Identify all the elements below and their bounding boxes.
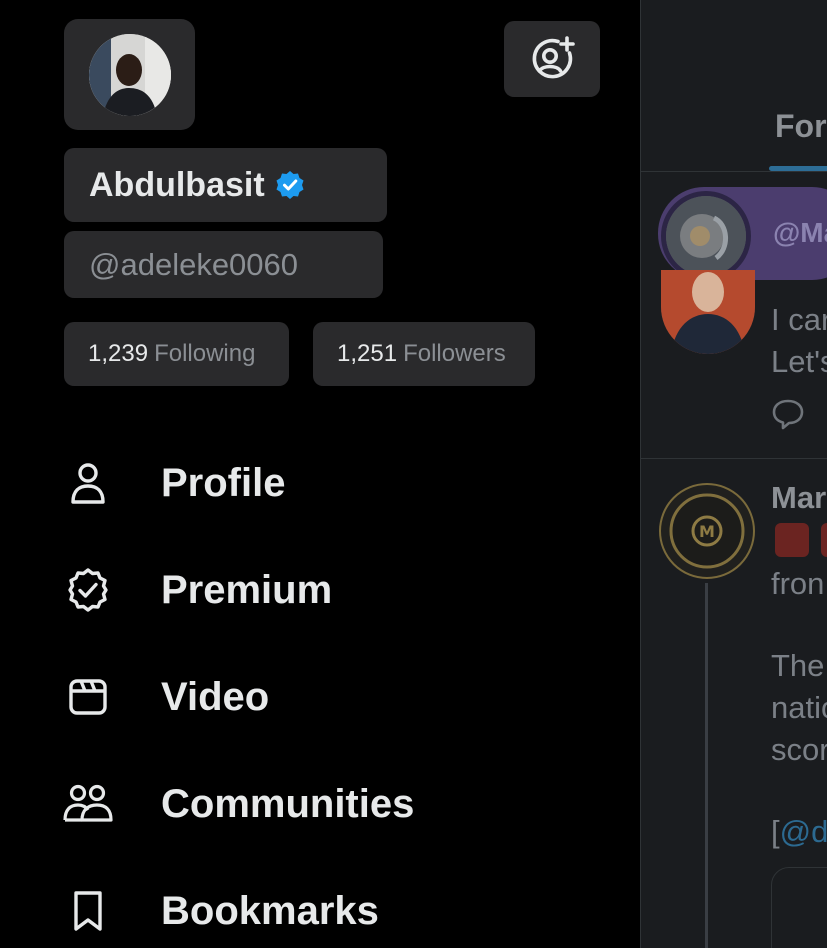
tab-for-you[interactable]: For <box>775 108 827 145</box>
menu-label: Video <box>161 674 270 719</box>
display-name-pill[interactable]: Abdulbasit <box>64 148 387 222</box>
person-icon <box>60 455 116 511</box>
post-text-line: I car <box>771 302 827 337</box>
menu-item-premium[interactable]: Premium <box>60 560 580 620</box>
menu-item-bookmarks[interactable]: Bookmarks <box>60 881 580 941</box>
post-text-line: Let's <box>771 344 827 379</box>
video-icon <box>60 669 116 725</box>
background-timeline[interactable]: For @Ma I car Let's M Mar <box>640 0 827 948</box>
siren-emoji-icon <box>821 523 827 557</box>
verified-badge-icon <box>275 170 305 200</box>
post-text-line: [@d <box>771 814 827 850</box>
menu-label: Premium <box>161 567 333 612</box>
svg-text:M: M <box>699 522 715 541</box>
siren-emoji-icon <box>775 523 809 557</box>
bookmark-icon <box>60 883 116 939</box>
media-card[interactable] <box>771 867 827 948</box>
add-account-button[interactable] <box>504 21 600 97</box>
post-author[interactable]: Mar <box>771 480 826 516</box>
communities-icon <box>60 776 116 832</box>
followers-stat-button[interactable]: 1,251 Followers <box>313 322 535 386</box>
promo-handle: @Ma <box>773 217 827 248</box>
followers-label: Followers <box>403 340 506 367</box>
post-text-line: fron <box>771 566 825 601</box>
promo-avatar <box>661 191 751 281</box>
post-text-line: scor <box>771 732 827 767</box>
following-stat-button[interactable]: 1,239 Following <box>64 322 289 386</box>
following-label: Following <box>154 340 256 367</box>
mention-link[interactable]: @d <box>780 814 827 849</box>
menu-item-video[interactable]: Video <box>60 667 580 727</box>
post-avatar <box>661 270 755 354</box>
menu-label: Profile <box>161 460 286 505</box>
profile-avatar-button[interactable] <box>64 19 195 130</box>
display-name: Abdulbasit <box>89 165 265 204</box>
add-account-icon <box>532 36 575 79</box>
handle-pill[interactable]: @adeleke0060 <box>64 231 383 298</box>
navigation-drawer: Abdulbasit @adeleke0060 1,239 Following … <box>0 0 640 948</box>
menu-item-profile[interactable]: Profile <box>60 453 580 513</box>
reply-icon[interactable] <box>771 397 805 436</box>
divider <box>641 171 827 172</box>
post-avatar: M <box>659 483 755 579</box>
thread-line <box>705 583 708 948</box>
menu-label: Bookmarks <box>161 888 379 933</box>
menu-label: Communities <box>161 781 415 826</box>
menu-item-communities[interactable]: Communities <box>60 774 580 834</box>
premium-badge-icon <box>60 562 116 618</box>
bracket-text: [ <box>771 814 780 849</box>
following-count: 1,239 <box>88 340 149 367</box>
post-text-line: natio <box>771 690 827 725</box>
avatar <box>88 33 171 116</box>
user-handle: @adeleke0060 <box>89 246 299 282</box>
divider <box>641 458 827 459</box>
followers-count: 1,251 <box>337 340 398 367</box>
post-text-line: The <box>771 648 825 683</box>
